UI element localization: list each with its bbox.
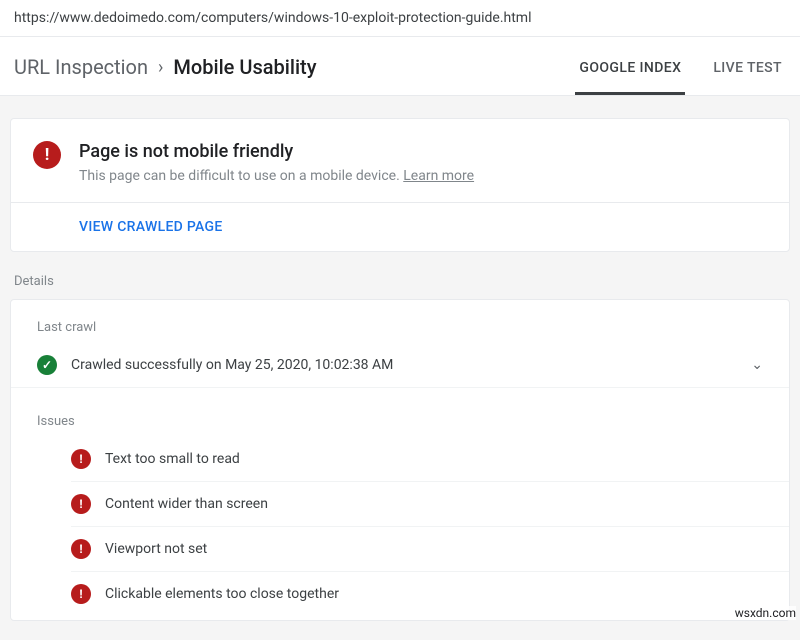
tabs: GOOGLE INDEX LIVE TEST (575, 42, 786, 95)
last-crawl-label: Last crawl (11, 300, 789, 343)
breadcrumb-root[interactable]: URL Inspection (14, 55, 148, 79)
status-card: ! Page is not mobile friendly This page … (10, 118, 790, 252)
issues-label: Issues (11, 394, 789, 437)
check-icon: ✓ (37, 355, 57, 375)
tab-live-test[interactable]: LIVE TEST (709, 42, 786, 95)
url-bar[interactable]: https://www.dedoimedo.com/computers/wind… (0, 0, 800, 37)
details-card: Last crawl ✓ Crawled successfully on May… (10, 299, 790, 621)
issue-row[interactable]: ! Clickable elements too close together (71, 572, 789, 616)
error-icon: ! (71, 494, 91, 514)
crawl-row[interactable]: ✓ Crawled successfully on May 25, 2020, … (11, 343, 789, 388)
issue-text: Viewport not set (105, 541, 207, 557)
crawl-text: Crawled successfully on May 25, 2020, 10… (71, 357, 737, 373)
error-icon: ! (33, 141, 61, 169)
error-icon: ! (71, 584, 91, 604)
issue-row[interactable]: ! Viewport not set (71, 527, 789, 572)
issue-row[interactable]: ! Content wider than screen (71, 482, 789, 527)
breadcrumb-current: Mobile Usability (173, 55, 316, 79)
view-crawled-page-button[interactable]: VIEW CRAWLED PAGE (11, 202, 789, 251)
learn-more-link[interactable]: Learn more (403, 168, 474, 184)
issue-row[interactable]: ! Text too small to read (71, 437, 789, 482)
alert: ! Page is not mobile friendly This page … (11, 119, 789, 202)
issue-text: Text too small to read (105, 451, 240, 467)
issues-block: Issues ! Text too small to read ! Conten… (11, 388, 789, 616)
tab-google-index[interactable]: GOOGLE INDEX (575, 42, 685, 95)
alert-title: Page is not mobile friendly (79, 141, 474, 162)
chevron-down-icon[interactable]: ⌄ (751, 357, 763, 373)
issue-text: Content wider than screen (105, 496, 268, 512)
watermark: wsxdn.com (735, 606, 796, 620)
details-label: Details (14, 274, 786, 289)
error-icon: ! (71, 539, 91, 559)
breadcrumb: URL Inspection › Mobile Usability (14, 37, 317, 95)
header: URL Inspection › Mobile Usability GOOGLE… (0, 37, 800, 96)
error-icon: ! (71, 449, 91, 469)
issue-text: Clickable elements too close together (105, 586, 339, 602)
alert-subtitle: This page can be difficult to use on a m… (79, 168, 474, 184)
alert-subtitle-text: This page can be difficult to use on a m… (79, 168, 403, 184)
chevron-right-icon: › (158, 57, 163, 78)
